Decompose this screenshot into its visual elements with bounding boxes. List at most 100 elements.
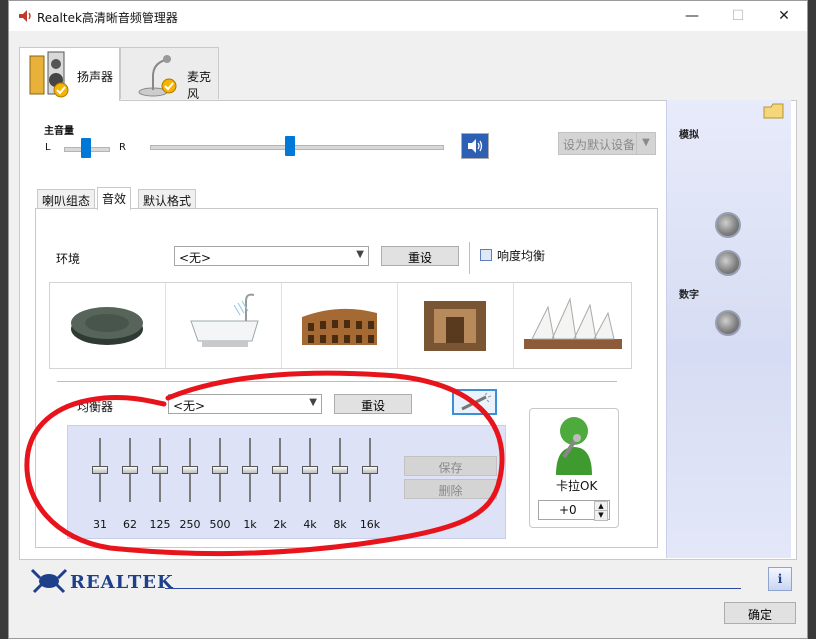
colosseum-icon xyxy=(302,308,377,345)
eq-band-label: 62 xyxy=(123,518,137,531)
window-title: Realtek高清晰音频管理器 xyxy=(37,11,178,25)
footer-divider xyxy=(165,588,741,589)
environment-select-value: <无> xyxy=(179,251,212,265)
environment-label: 环境 xyxy=(56,252,81,266)
balance-right-label: R xyxy=(119,142,126,153)
analog-label: 模拟 xyxy=(679,130,699,141)
eq-slider-knob[interactable] xyxy=(152,466,168,474)
chevron-down-icon: ▼ xyxy=(356,249,364,260)
balance-left-label: L xyxy=(45,142,51,153)
stone-room-icon xyxy=(424,301,486,351)
loudness-checkbox[interactable] xyxy=(480,249,492,261)
eq-band-slider[interactable] xyxy=(148,438,172,506)
environment-select[interactable]: <无> ▼ xyxy=(174,246,369,266)
analog-jack-1-icon[interactable] xyxy=(715,212,741,238)
preset-bathroom[interactable] xyxy=(166,283,282,368)
tab-speakers-label: 扬声器 xyxy=(77,70,114,84)
eq-band-label: 250 xyxy=(179,518,201,531)
set-default-device-button[interactable]: 设为默认设备 ▼ xyxy=(558,132,656,155)
ok-button[interactable]: 确定 xyxy=(724,602,796,624)
mute-button[interactable] xyxy=(461,133,489,159)
wand-icon xyxy=(461,392,492,411)
tab-default-format[interactable]: 默认格式 xyxy=(138,189,197,209)
main-volume-title: 主音量 xyxy=(44,126,74,137)
microphone-icon xyxy=(138,55,177,97)
folder-icon[interactable] xyxy=(763,102,785,120)
eq-band-label: 16k xyxy=(359,518,381,531)
stone-disc-icon xyxy=(71,307,143,345)
info-icon[interactable]: i xyxy=(768,567,792,591)
chevron-down-icon: ▼ xyxy=(309,397,317,408)
balance-slider-thumb[interactable] xyxy=(81,138,91,158)
tab-sound-effects[interactable]: 音效 xyxy=(97,187,132,210)
equalizer-label: 均衡器 xyxy=(77,400,114,414)
eq-band-slider[interactable] xyxy=(358,438,382,506)
karaoke-pitch-value: +0 xyxy=(559,503,577,517)
tab-speaker-config[interactable]: 喇叭组态 xyxy=(37,189,96,209)
preset-colosseum[interactable] xyxy=(282,283,398,368)
analog-jack-2-icon[interactable] xyxy=(715,250,741,276)
eq-slider-knob[interactable] xyxy=(332,466,348,474)
eq-band-label: 31 xyxy=(93,518,107,531)
close-button[interactable]: ✕ xyxy=(761,1,807,31)
digital-label: 数字 xyxy=(679,290,699,301)
maximize-button[interactable]: ☐ xyxy=(715,1,761,31)
eq-band-label: 2k xyxy=(273,518,287,531)
volume-slider-thumb[interactable] xyxy=(285,136,296,156)
eq-slider-knob[interactable] xyxy=(122,466,138,474)
karaoke-label: 卡拉OK xyxy=(556,479,598,493)
tab-microphone-label: 麦克风 xyxy=(187,70,212,101)
divider xyxy=(469,242,470,274)
set-default-device-label: 设为默认设备 xyxy=(563,138,636,152)
karaoke-pitch-spinner[interactable]: +0 ▲ ▼ xyxy=(538,500,610,521)
eq-slider-knob[interactable] xyxy=(182,466,198,474)
equalizer-select[interactable]: <无> ▼ xyxy=(168,394,322,414)
chevron-down-icon[interactable]: ▼ xyxy=(636,133,655,154)
eq-band-label: 500 xyxy=(209,518,231,531)
eq-slider-knob[interactable] xyxy=(92,466,108,474)
eq-slider-knob[interactable] xyxy=(362,466,378,474)
eq-slider-knob[interactable] xyxy=(242,466,258,474)
eq-band-label: 125 xyxy=(149,518,171,531)
delete-button[interactable]: 删除 xyxy=(404,479,497,499)
tab-speakers[interactable]: 扬声器 xyxy=(19,47,120,101)
eq-band-slider[interactable] xyxy=(88,438,112,506)
speaker-app-icon xyxy=(19,10,31,22)
realtek-crab-logo xyxy=(30,568,68,594)
opera-house-icon xyxy=(524,297,622,349)
eq-slider-knob[interactable] xyxy=(212,466,228,474)
eq-slider-knob[interactable] xyxy=(302,466,318,474)
volume-slider[interactable] xyxy=(150,145,444,150)
graphic-eq-toggle-button[interactable] xyxy=(452,389,497,415)
preset-stone-room[interactable] xyxy=(398,283,514,368)
speaker-icon xyxy=(29,51,69,98)
loudness-label: 响度均衡 xyxy=(497,249,546,263)
realtek-brand: REALTEK xyxy=(70,572,174,593)
eq-band-label: 4k xyxy=(303,518,317,531)
preset-stone-disc[interactable] xyxy=(50,283,166,368)
eq-band-slider[interactable] xyxy=(328,438,352,506)
eq-band-slider[interactable] xyxy=(208,438,232,506)
eq-band-slider[interactable] xyxy=(118,438,142,506)
equalizer-reset-button[interactable]: 重设 xyxy=(334,394,412,414)
eq-band-label: 8k xyxy=(333,518,347,531)
spin-down-icon[interactable]: ▼ xyxy=(594,510,608,521)
preset-opera-house[interactable] xyxy=(514,283,629,368)
minimize-button[interactable]: — xyxy=(669,1,715,31)
title-bar: Realtek高清晰音频管理器 — ☐ ✕ xyxy=(9,1,807,31)
equalizer-select-value: <无> xyxy=(173,399,206,413)
tab-microphone[interactable]: 麦克风 xyxy=(120,47,219,101)
eq-band-slider[interactable] xyxy=(268,438,292,506)
environment-presets xyxy=(49,282,632,369)
eq-slider-knob[interactable] xyxy=(272,466,288,474)
bathtub-icon xyxy=(190,293,259,347)
eq-band-slider[interactable] xyxy=(298,438,322,506)
save-button[interactable]: 保存 xyxy=(404,456,497,476)
eq-band-label: 1k xyxy=(243,518,257,531)
environment-reset-button[interactable]: 重设 xyxy=(381,246,459,266)
eq-band-slider[interactable] xyxy=(178,438,202,506)
eq-band-slider[interactable] xyxy=(238,438,262,506)
connector-panel: 模拟 数字 xyxy=(666,100,791,558)
speaker-volume-icon xyxy=(462,134,488,158)
digital-jack-icon[interactable] xyxy=(715,310,741,336)
